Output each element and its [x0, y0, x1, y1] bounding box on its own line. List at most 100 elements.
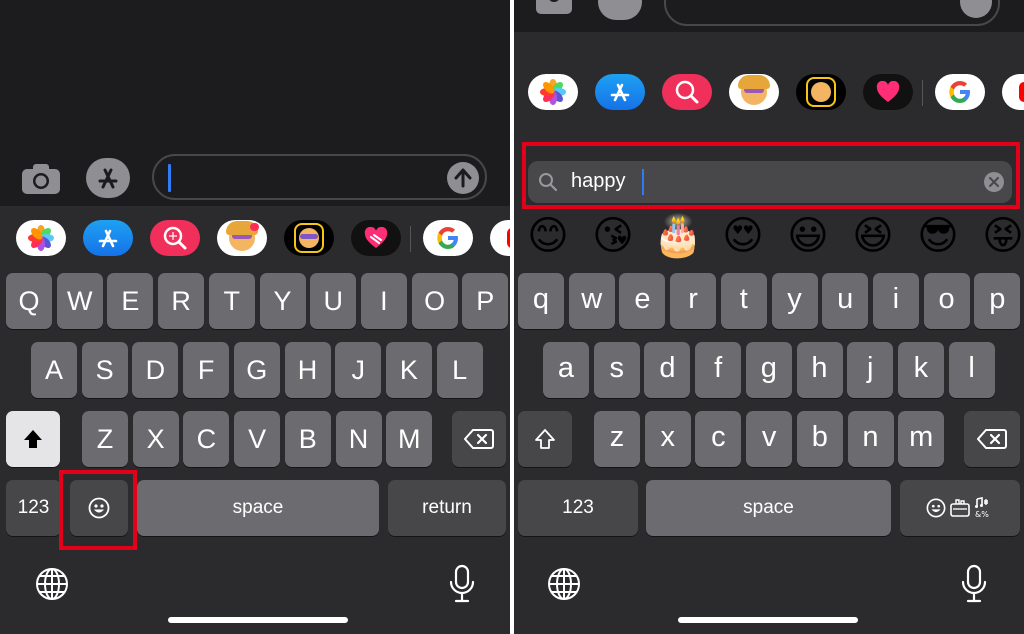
key-f[interactable]: f — [695, 342, 742, 398]
key-n[interactable]: N — [335, 411, 382, 467]
microphone-icon[interactable] — [960, 564, 988, 609]
key-u[interactable]: u — [822, 273, 869, 329]
key-w[interactable]: W — [56, 273, 103, 329]
key-a[interactable]: a — [543, 342, 589, 398]
globe-icon[interactable] — [546, 566, 582, 607]
send-button[interactable] — [960, 0, 992, 18]
photos-icon[interactable] — [16, 220, 66, 256]
space-key[interactable]: space — [137, 480, 379, 536]
key-e[interactable]: e — [619, 273, 666, 329]
app-store-icon[interactable] — [83, 220, 133, 256]
key-h[interactable]: H — [284, 342, 331, 398]
key-q[interactable]: Q — [6, 273, 52, 329]
key-x[interactable]: X — [132, 411, 179, 467]
digital-touch-icon[interactable] — [351, 220, 401, 256]
key-e[interactable]: E — [107, 273, 154, 329]
digital-touch-icon[interactable] — [863, 74, 913, 110]
camera-icon[interactable] — [20, 160, 62, 196]
emoji-search-field[interactable]: happy — [528, 161, 1012, 203]
key-b[interactable]: B — [284, 411, 331, 467]
key-f[interactable]: F — [183, 342, 230, 398]
emoji-result[interactable]: 😊 — [522, 210, 574, 262]
youtube-icon[interactable] — [1002, 74, 1024, 110]
key-r[interactable]: r — [670, 273, 717, 329]
key-x[interactable]: x — [644, 411, 691, 467]
key-s[interactable]: s — [593, 342, 640, 398]
key-b[interactable]: b — [796, 411, 843, 467]
key-m[interactable]: m — [898, 411, 945, 467]
photos-icon[interactable] — [528, 74, 578, 110]
emoji-result[interactable]: 😝 — [977, 210, 1024, 262]
animoji-icon[interactable] — [796, 74, 846, 110]
emoji-key[interactable] — [70, 480, 128, 536]
key-v[interactable]: V — [234, 411, 281, 467]
emoji-keyboard-switch-key[interactable]: &% — [900, 480, 1020, 536]
key-y[interactable]: Y — [259, 273, 306, 329]
key-m[interactable]: M — [386, 411, 433, 467]
emoji-result[interactable]: 😆 — [847, 210, 899, 262]
key-l[interactable]: l — [948, 342, 995, 398]
key-p[interactable]: P — [462, 273, 509, 329]
key-s[interactable]: S — [81, 342, 128, 398]
key-i[interactable]: i — [872, 273, 919, 329]
key-g[interactable]: g — [745, 342, 792, 398]
key-w[interactable]: w — [568, 273, 615, 329]
key-n[interactable]: n — [847, 411, 894, 467]
key-k[interactable]: k — [897, 342, 944, 398]
key-j[interactable]: J — [335, 342, 382, 398]
google-icon[interactable] — [423, 220, 473, 256]
delete-key[interactable] — [964, 411, 1020, 467]
key-l[interactable]: L — [436, 342, 483, 398]
key-q[interactable]: q — [518, 273, 564, 329]
message-input-field[interactable] — [152, 154, 487, 200]
emoji-result[interactable]: 😍 — [717, 210, 769, 262]
key-u[interactable]: U — [310, 273, 357, 329]
image-search-icon[interactable] — [662, 74, 712, 110]
key-i[interactable]: I — [360, 273, 407, 329]
key-a[interactable]: A — [31, 342, 77, 398]
youtube-icon[interactable] — [490, 220, 510, 256]
key-t[interactable]: T — [208, 273, 255, 329]
key-h[interactable]: h — [796, 342, 843, 398]
send-button[interactable] — [447, 162, 479, 194]
key-k[interactable]: K — [385, 342, 432, 398]
emoji-result[interactable]: 😘 — [587, 210, 639, 262]
shift-key[interactable] — [518, 411, 572, 467]
message-input-field[interactable] — [664, 0, 1000, 26]
emoji-result[interactable]: 😎 — [912, 210, 964, 262]
key-c[interactable]: C — [183, 411, 230, 467]
delete-key[interactable] — [452, 411, 506, 467]
apps-button[interactable] — [86, 158, 130, 198]
numbers-key[interactable]: 123 — [518, 480, 638, 536]
space-key[interactable]: space — [646, 480, 891, 536]
key-v[interactable]: v — [746, 411, 793, 467]
return-key[interactable]: return — [388, 480, 506, 536]
key-g[interactable]: G — [233, 342, 280, 398]
key-r[interactable]: R — [158, 273, 205, 329]
key-p[interactable]: p — [974, 273, 1021, 329]
google-icon[interactable] — [935, 74, 985, 110]
numbers-key[interactable]: 123 — [6, 480, 61, 536]
microphone-icon[interactable] — [448, 564, 476, 609]
app-store-icon[interactable] — [595, 74, 645, 110]
key-j[interactable]: j — [847, 342, 894, 398]
key-t[interactable]: t — [720, 273, 767, 329]
key-c[interactable]: c — [695, 411, 742, 467]
clear-search-button[interactable] — [984, 172, 1004, 192]
key-d[interactable]: d — [644, 342, 691, 398]
memoji-stickers-icon[interactable] — [729, 74, 779, 110]
key-z[interactable]: z — [594, 411, 640, 467]
animoji-icon[interactable] — [284, 220, 334, 256]
memoji-stickers-icon[interactable] — [217, 220, 267, 256]
image-search-icon[interactable] — [150, 220, 200, 256]
emoji-result[interactable]: 🎂 — [652, 210, 704, 262]
key-d[interactable]: D — [132, 342, 179, 398]
key-o[interactable]: O — [411, 273, 458, 329]
emoji-result[interactable]: 😃 — [782, 210, 834, 262]
key-y[interactable]: y — [771, 273, 818, 329]
shift-key[interactable] — [6, 411, 60, 467]
camera-icon[interactable] — [534, 0, 574, 16]
key-z[interactable]: Z — [82, 411, 128, 467]
globe-icon[interactable] — [34, 566, 70, 607]
key-o[interactable]: o — [923, 273, 970, 329]
